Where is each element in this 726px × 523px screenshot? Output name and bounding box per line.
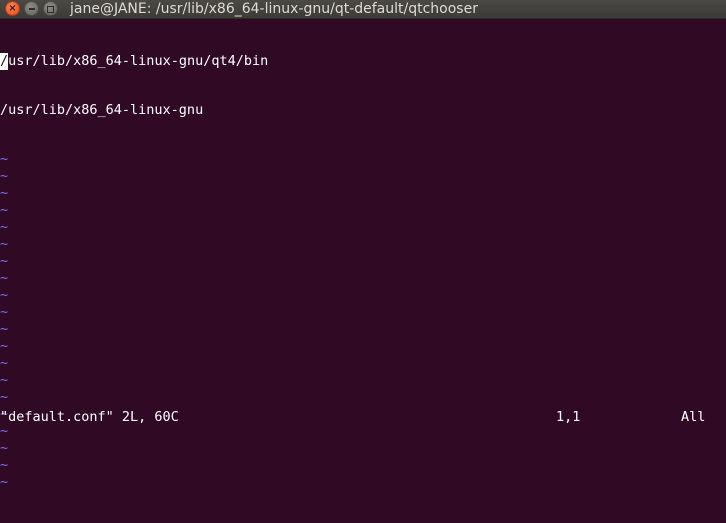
empty-line-marker: ~: [0, 185, 9, 201]
editor-line[interactable]: /usr/lib/x86_64-linux-gnu: [0, 102, 726, 119]
maximize-icon: [47, 6, 54, 13]
empty-line-marker: ~: [0, 389, 9, 405]
empty-lines: ~ ~ ~ ~ ~ ~ ~ ~ ~ ~ ~ ~ ~ ~ ~ ~ ~ ~ ~ ~: [0, 151, 726, 491]
empty-line-marker: ~: [0, 202, 9, 218]
maximize-button[interactable]: [43, 1, 58, 16]
status-line: "default.conf" 2L, 60C 1,1 All: [0, 409, 726, 426]
editor-line[interactable]: /usr/lib/x86_64-linux-gnu/qt4/bin: [0, 53, 726, 70]
cursor-position: 1,1: [556, 409, 581, 425]
line-text: usr/lib/x86_64-linux-gnu/qt4/bin: [8, 53, 269, 69]
empty-line-marker: ~: [0, 457, 9, 473]
terminal-window: × jane@JANE: /usr/lib/x86_64-linux-gnu/q…: [0, 0, 726, 490]
file-info: "default.conf" 2L, 60C: [0, 409, 179, 425]
close-icon: ×: [8, 3, 17, 14]
empty-line-marker: ~: [0, 151, 9, 167]
empty-line-marker: ~: [0, 304, 9, 320]
empty-line-marker: ~: [0, 321, 9, 337]
close-button[interactable]: ×: [5, 1, 20, 16]
empty-line-marker: ~: [0, 253, 9, 269]
empty-line-marker: ~: [0, 168, 9, 184]
line-text: /usr/lib/x86_64-linux-gnu: [0, 102, 204, 118]
title-bar[interactable]: × jane@JANE: /usr/lib/x86_64-linux-gnu/q…: [0, 0, 726, 19]
minimize-icon: [28, 8, 35, 10]
empty-line-marker: ~: [0, 270, 9, 286]
empty-line-marker: ~: [0, 440, 9, 456]
view-indicator: All: [681, 409, 706, 425]
empty-line-marker: ~: [0, 474, 9, 490]
empty-line-marker: ~: [0, 355, 9, 371]
text-cursor: /: [0, 53, 9, 70]
window-title: jane@JANE: /usr/lib/x86_64-linux-gnu/qt-…: [70, 1, 478, 17]
empty-line-marker: ~: [0, 287, 9, 303]
empty-line-marker: ~: [0, 236, 9, 252]
minimize-button[interactable]: [24, 1, 39, 16]
empty-line-marker: ~: [0, 338, 9, 354]
vim-editor[interactable]: /usr/lib/x86_64-linux-gnu/qt4/bin /usr/l…: [0, 21, 726, 523]
empty-line-marker: ~: [0, 219, 9, 235]
empty-line-marker: ~: [0, 372, 9, 388]
